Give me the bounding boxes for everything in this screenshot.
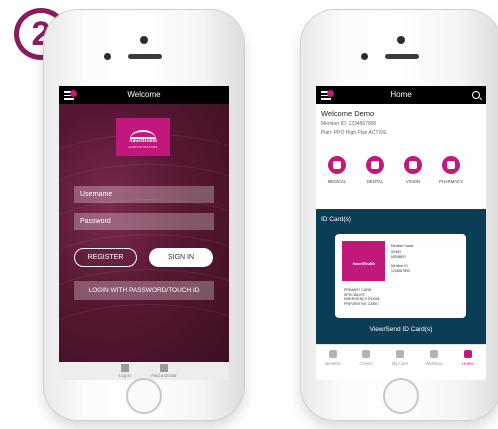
tab-log-in[interactable]: Log In — [111, 362, 139, 378]
home-button[interactable] — [383, 378, 419, 414]
dollar-icon — [362, 350, 370, 358]
phone-home: Home Welcome Demo Member ID: 1234567890 … — [301, 10, 498, 420]
tab-label: Log In — [119, 373, 131, 378]
tab-label: Benefits — [325, 361, 341, 366]
menu-icon[interactable] — [321, 90, 334, 100]
view-send-id-cards-link[interactable]: View/Send ID Card(s) — [316, 326, 486, 333]
category-label-medical: MEDICAL — [327, 179, 347, 184]
tab-find-doctor[interactable]: Find a Doctor — [145, 362, 183, 378]
tab-label: My Care — [391, 361, 409, 366]
member-id-text: Member ID: 1234567890 — [321, 121, 377, 127]
copay-line: PREVENTIVE CARE: — [344, 301, 379, 306]
home-icon — [464, 350, 472, 358]
id-cards-title: ID Card(s) — [321, 216, 351, 223]
plan-text: Plan: PPO High Plan ACTIVE — [321, 130, 387, 136]
username-input[interactable]: Username — [74, 186, 214, 203]
doctor-icon — [160, 364, 168, 372]
welcome-text: Welcome Demo — [321, 109, 375, 118]
nav-title: Home — [390, 90, 412, 99]
pill-icon[interactable] — [442, 156, 460, 174]
logo-sub-text: ADMINISTRATORS — [128, 146, 158, 149]
register-button[interactable]: REGISTER — [74, 248, 137, 267]
card-member-id-label: Member ID — [391, 264, 408, 268]
card-logo: AmeriHealth — [342, 241, 385, 281]
medical-icon[interactable] — [328, 156, 346, 174]
menu-icon[interactable] — [64, 90, 77, 100]
tab-label: Find a Doctor — [151, 373, 177, 378]
tab-label: Home — [462, 361, 474, 366]
logo-brand-text: AmeriHealth — [128, 139, 158, 144]
earpiece-speaker — [385, 54, 419, 59]
login-background: AmeriHealth ADMINISTRATORS Username Pass… — [59, 104, 229, 362]
id-card[interactable]: AmeriHealth Member Name DEMO MEMBER Memb… — [335, 234, 466, 318]
login-touch-id-button[interactable]: LOGIN WITH PASSWORD/TOUCH ID — [74, 281, 214, 300]
tab-my-care[interactable]: My Care — [387, 350, 413, 366]
front-camera — [140, 36, 148, 44]
heart-icon — [396, 350, 404, 358]
id-cards-section: ID Card(s) AmeriHealth Member Name DEMO … — [316, 209, 486, 344]
home-screen: Home Welcome Demo Member ID: 1234567890 … — [316, 86, 486, 380]
card-copay-list: PRIMARY CARE: SPECIALIST: EMERGENCY ROOM… — [344, 288, 380, 306]
password-input[interactable]: Password — [74, 213, 214, 230]
nav-title: Welcome — [127, 90, 161, 99]
tab-bar: Benefits Claims My Care Wellness Home — [316, 344, 486, 380]
plus-icon — [329, 350, 337, 358]
tab-claims[interactable]: Claims — [353, 350, 379, 366]
sign-in-button[interactable]: SIGN IN — [149, 248, 213, 267]
tab-label: Claims — [359, 361, 373, 366]
home-button[interactable] — [126, 378, 162, 414]
apple-icon — [430, 350, 438, 358]
decorative-wave — [59, 304, 229, 362]
tab-label: Wellness — [425, 361, 443, 366]
phone-login: Welcome AmeriHealth ADMINISTRATORS Usern… — [44, 10, 244, 420]
member-summary: Welcome Demo Member ID: 1234567890 Plan:… — [316, 104, 486, 209]
tab-benefits[interactable]: Benefits — [320, 350, 346, 366]
tab-home[interactable]: Home — [455, 350, 481, 366]
earpiece-speaker — [128, 54, 162, 59]
card-member-name-label: Member Name — [391, 244, 414, 248]
front-camera — [397, 36, 405, 44]
search-icon[interactable] — [472, 91, 480, 99]
notification-dot — [327, 90, 334, 97]
category-label-dental: DENTAL — [366, 179, 384, 184]
notification-dot — [70, 90, 77, 97]
category-label-pharmacy: PHARMACY — [439, 179, 463, 184]
nav-bar: Welcome — [59, 86, 229, 104]
tooth-icon[interactable] — [366, 156, 384, 174]
card-member-name: DEMO — [391, 250, 402, 254]
login-screen: Welcome AmeriHealth ADMINISTRATORS Usern… — [59, 86, 229, 380]
logo-swoosh-icon — [130, 130, 156, 139]
card-member-name-2: MEMBER — [391, 255, 406, 259]
card-logo-text: AmeriHealth — [352, 261, 375, 266]
category-label-vision: VISION — [405, 179, 421, 184]
eye-icon[interactable] — [404, 156, 422, 174]
amerihealth-logo: AmeriHealth ADMINISTRATORS — [116, 118, 170, 156]
proximity-sensor — [361, 53, 368, 60]
tab-wellness[interactable]: Wellness — [421, 350, 447, 366]
proximity-sensor — [104, 53, 111, 60]
nav-bar: Home — [316, 86, 486, 104]
login-icon — [121, 364, 129, 372]
card-member-id: 1234567890 — [391, 269, 410, 273]
